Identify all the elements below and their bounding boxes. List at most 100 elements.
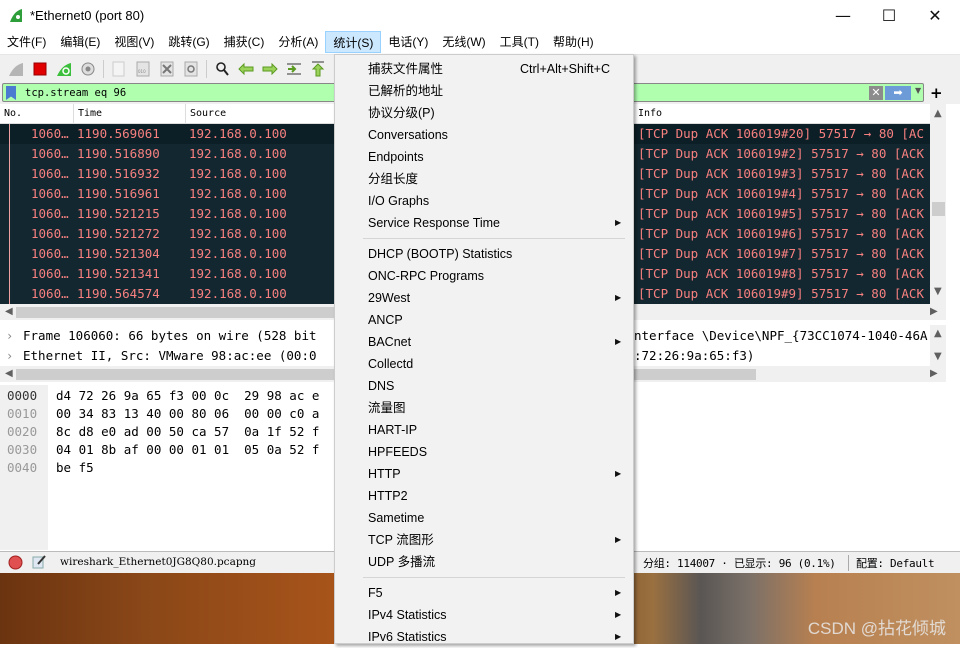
menu-item[interactable]: I/O Graphs (335, 190, 633, 212)
scroll-right-icon[interactable]: ▶ (930, 368, 938, 379)
menu-help[interactable]: 帮助(H) (546, 31, 601, 53)
start-capture-icon[interactable] (6, 59, 26, 79)
packet-info: [TCP Dup ACK 106019#5] 57517 → 80 [ACK (638, 206, 924, 221)
menu-item[interactable]: DNS (335, 375, 633, 397)
menu-item[interactable]: IPv4 Statistics ▶ (335, 604, 633, 626)
expert-info-icon[interactable] (8, 555, 23, 570)
menu-go[interactable]: 跳转(G) (161, 31, 216, 53)
menu-item[interactable]: 29West ▶ (335, 287, 633, 309)
scroll-up-icon[interactable]: ▲ (934, 328, 942, 339)
column-header-info[interactable]: Info (638, 108, 662, 119)
byte-hex-row[interactable]: 00 34 83 13 40 00 80 06 00 00 c0 a (56, 405, 319, 423)
scroll-right-icon[interactable]: ▶ (930, 306, 938, 317)
add-filter-button[interactable]: + (930, 84, 943, 102)
packet-count: 分组: 114007 · 已显示: 96 (0.1%) (643, 557, 836, 570)
menu-item[interactable]: 分组长度 (335, 168, 633, 190)
menu-item[interactable]: TCP 流图形 ▶ (335, 529, 633, 551)
menu-item[interactable]: ANCP (335, 309, 633, 331)
menu-item[interactable]: Conversations (335, 124, 633, 146)
details-vertical-scrollbar[interactable]: ▲ ▼ (930, 325, 946, 367)
menu-item[interactable]: HTTP ▶ (335, 463, 633, 485)
menu-item[interactable]: DHCP (BOOTP) Statistics (335, 243, 633, 265)
packet-list-vertical-scrollbar[interactable]: ▲ ▼ (930, 104, 946, 304)
go-first-icon[interactable] (308, 59, 328, 79)
reload-file-icon[interactable] (181, 59, 201, 79)
related-packet-marker (9, 164, 10, 184)
column-header-source[interactable]: Source (190, 108, 226, 119)
submenu-arrow-icon: ▶ (615, 588, 622, 597)
related-packet-marker (9, 284, 10, 304)
capture-comment-icon[interactable] (32, 554, 47, 569)
filter-history-dropdown-icon[interactable]: ▼ (915, 86, 921, 95)
open-file-icon[interactable] (109, 59, 129, 79)
menu-item[interactable]: UDP 多播流 (335, 551, 633, 573)
menu-item-label: I/O Graphs (368, 194, 430, 208)
capture-options-icon[interactable] (78, 59, 98, 79)
menu-item[interactable]: HPFEEDS (335, 441, 633, 463)
byte-hex-row[interactable]: 04 01 8b af 00 00 01 01 05 0a 52 f (56, 441, 319, 459)
minimize-button[interactable]: — (820, 0, 866, 30)
menu-item[interactable]: 协议分级(P) (335, 102, 633, 124)
expand-icon[interactable]: › (6, 346, 13, 366)
menu-item[interactable]: 流量图 (335, 397, 633, 419)
packet-no: 1060… (31, 186, 69, 201)
bookmark-icon[interactable] (6, 86, 16, 100)
scroll-down-icon[interactable]: ▼ (934, 351, 942, 362)
stop-capture-icon[interactable] (30, 59, 50, 79)
go-forward-icon[interactable] (260, 59, 280, 79)
scroll-down-icon[interactable]: ▼ (934, 286, 942, 297)
menu-item[interactable]: HART-IP (335, 419, 633, 441)
menu-item[interactable]: Collectd (335, 353, 633, 375)
byte-hex-row[interactable]: d4 72 26 9a 65 f3 00 0c 29 98 ac e (56, 387, 319, 405)
maximize-icon: ☐ (881, 5, 897, 25)
menu-item[interactable]: 捕获文件属性 Ctrl+Alt+Shift+C (335, 58, 633, 80)
menu-item[interactable]: BACnet ▶ (335, 331, 633, 353)
expand-icon[interactable]: › (6, 326, 13, 346)
byte-hex-row[interactable]: be f5 (56, 459, 94, 477)
go-to-packet-icon[interactable] (284, 59, 304, 79)
apply-filter-icon[interactable]: ➡ (885, 86, 911, 100)
find-packet-icon[interactable] (212, 59, 232, 79)
menu-item-label: Sametime (368, 511, 425, 525)
menu-item[interactable]: F5 ▶ (335, 582, 633, 604)
scrollbar-thumb[interactable] (16, 307, 336, 318)
menu-item[interactable]: 已解析的地址 (335, 80, 633, 102)
restart-capture-icon[interactable] (54, 59, 74, 79)
menu-item[interactable]: HTTP2 (335, 485, 633, 507)
menu-item-label: IPv4 Statistics (368, 608, 447, 622)
menu-bar: 文件(F) 编辑(E) 视图(V) 跳转(G) 捕获(C) 分析(A) 统计(S… (0, 30, 960, 54)
title-bar: *Ethernet0 (port 80) — ☐ ✕ (0, 0, 960, 30)
scroll-up-icon[interactable]: ▲ (934, 108, 942, 119)
close-button[interactable]: ✕ (912, 0, 958, 30)
column-divider[interactable] (73, 104, 74, 124)
maximize-button[interactable]: ☐ (866, 0, 912, 30)
menu-statistics[interactable]: 统计(S) (325, 31, 382, 53)
byte-hex-row[interactable]: 8c d8 e0 ad 00 50 ca 57 0a 1f 52 f (56, 423, 319, 441)
menu-item[interactable]: Endpoints (335, 146, 633, 168)
menu-view[interactable]: 视图(V) (107, 31, 161, 53)
menu-wireless[interactable]: 无线(W) (435, 31, 492, 53)
column-divider[interactable] (185, 104, 186, 124)
menu-capture[interactable]: 捕获(C) (217, 31, 272, 53)
save-file-icon[interactable]: 010 (133, 59, 153, 79)
column-header-no[interactable]: No. (4, 108, 22, 119)
go-back-icon[interactable] (236, 59, 256, 79)
profile-label[interactable]: 配置: Default (856, 555, 935, 571)
menu-analyze[interactable]: 分析(A) (271, 31, 325, 53)
menu-item[interactable]: ONC-RPC Programs (335, 265, 633, 287)
clear-filter-icon[interactable]: ✕ (869, 86, 883, 100)
menu-item[interactable]: IPv6 Statistics ▶ (335, 626, 633, 648)
packet-source: 192.168.0.100 (189, 246, 287, 261)
close-file-icon[interactable] (157, 59, 177, 79)
column-header-time[interactable]: Time (78, 108, 102, 119)
menu-item[interactable]: Service Response Time ▶ (335, 212, 633, 234)
menu-tools[interactable]: 工具(T) (493, 31, 546, 53)
scroll-left-icon[interactable]: ◀ (5, 306, 13, 317)
scroll-left-icon[interactable]: ◀ (5, 368, 13, 379)
scrollbar-thumb[interactable] (932, 202, 945, 216)
related-packet-marker (9, 184, 10, 204)
menu-telephony[interactable]: 电话(Y) (381, 31, 435, 53)
menu-item[interactable]: Sametime (335, 507, 633, 529)
menu-file[interactable]: 文件(F) (0, 31, 53, 53)
menu-edit[interactable]: 编辑(E) (53, 31, 107, 53)
